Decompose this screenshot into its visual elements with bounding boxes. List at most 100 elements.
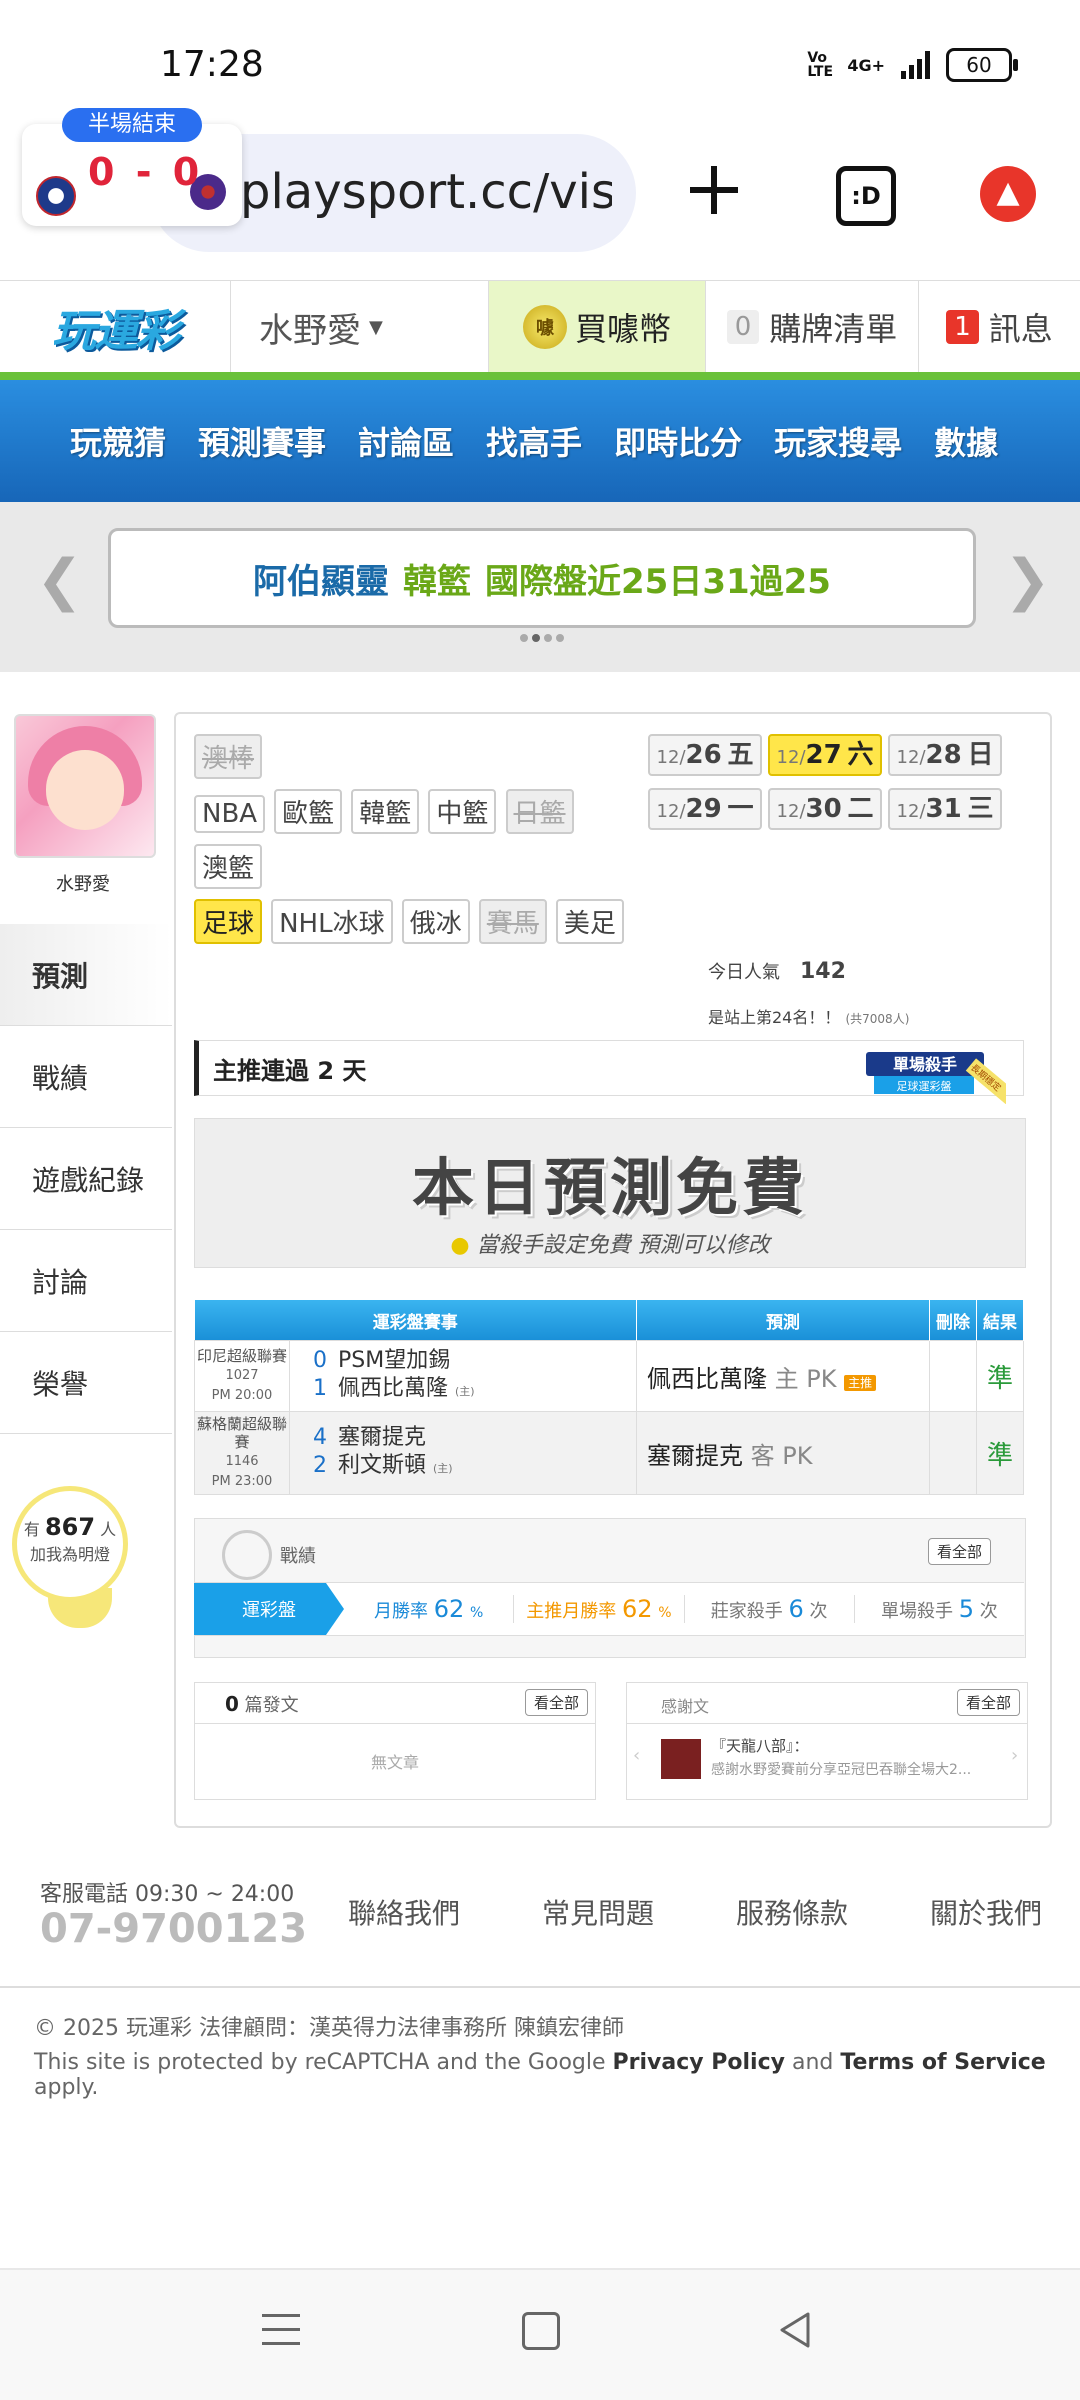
league-tag[interactable]: 賽馬: [478, 899, 547, 944]
footer-link-terms[interactable]: 服務條款: [736, 1892, 848, 1932]
upload-arrow-icon[interactable]: ▲: [980, 166, 1036, 222]
pick-cell: 佩西比萬隆 主 PK 主推: [636, 1340, 930, 1412]
league-tag-selected[interactable]: 足球: [194, 899, 263, 944]
match-status-badge: 半場結束: [62, 108, 202, 142]
sidebar-username: 水野愛: [56, 874, 110, 895]
thanks-prev-chevron-icon[interactable]: ‹: [633, 1745, 640, 1766]
privacy-link[interactable]: Privacy Policy: [613, 2050, 785, 2075]
sidebar-item-honor[interactable]: 榮譽: [0, 1332, 172, 1434]
tab-switcher-button[interactable]: :D: [836, 166, 896, 226]
url-text[interactable]: playsport.cc/visit: [240, 164, 612, 220]
date-button[interactable]: 12/26 五: [648, 734, 762, 776]
free-subtitle: ● 當殺手設定免費 預測可以修改: [450, 1233, 770, 1258]
nav-data[interactable]: 數據: [934, 418, 998, 464]
nav-live-score[interactable]: 即時比分: [614, 418, 742, 464]
sidebar-item-predict[interactable]: 預測: [0, 924, 172, 1026]
follow-lightbulb-button[interactable]: 有 867 人 加我為明燈: [12, 1486, 128, 1602]
buy-list-button[interactable]: 0 購牌清單: [706, 281, 919, 373]
messages-label: 訊息: [988, 310, 1053, 348]
username: 水野愛: [259, 310, 361, 351]
table-row[interactable]: 印尼超級聯賽 1027 PM 20:00 0 PSM望加錫 1 佩西比萬隆 (主) 佩…: [194, 1340, 1024, 1412]
nav-experts[interactable]: 找高手: [486, 418, 582, 464]
result-cell: 準: [976, 1340, 1024, 1412]
league-tag[interactable]: NBA: [194, 795, 266, 833]
terms-link[interactable]: Terms of Service: [840, 2050, 1045, 2075]
sidebar-item-game-log[interactable]: 遊戲紀錄: [0, 1128, 172, 1230]
post-count: 0: [225, 1692, 239, 1716]
caret-down-icon: ▼: [369, 316, 383, 338]
league-tag[interactable]: 澳棒: [194, 734, 263, 779]
nav-predict[interactable]: 預測賽事: [198, 418, 326, 464]
banner-text-2: 韓籃: [403, 561, 472, 602]
user-menu[interactable]: 水野愛 ▼: [231, 281, 489, 373]
nav-forum[interactable]: 討論區: [358, 418, 454, 464]
league-tag[interactable]: 日籃: [505, 789, 574, 834]
message-count-badge: 1: [946, 310, 979, 344]
month-rate: 月勝率 62 %: [344, 1595, 515, 1623]
date-button-selected[interactable]: 12/27 六: [768, 734, 882, 776]
date-button[interactable]: 12/31 三: [888, 788, 1002, 830]
thanks-text[interactable]: 感謝水野愛賽前分享亞冠巴吞聯全場大2...: [711, 1759, 1011, 1779]
network-label: 4G+: [847, 55, 885, 75]
buy-list-count: 0: [726, 310, 760, 344]
date-button[interactable]: 12/28 日: [888, 734, 1002, 776]
posts-panel: 0 篇發文 看全部 無文章: [194, 1682, 596, 1800]
single-killer: 單場殺手 5 次: [881, 1595, 998, 1623]
signal-icon: [901, 51, 930, 79]
svg-text:足球運彩盤: 足球運彩盤: [897, 1079, 952, 1093]
nav-guess[interactable]: 玩競猜: [70, 418, 166, 464]
service-hours: 客服電話 09:30 ~ 24:00: [40, 1882, 295, 1907]
banner-prev-chevron-icon[interactable]: ❮: [36, 548, 83, 613]
league-tag[interactable]: 美足: [555, 899, 624, 944]
no-posts-text: 無文章: [370, 1753, 419, 1772]
posts-see-all-button[interactable]: 看全部: [525, 1689, 589, 1716]
free-prediction-banner: 本日預測免費 ● 當殺手設定免費 預測可以修改: [194, 1118, 1026, 1268]
user-avatar[interactable]: [14, 714, 156, 858]
footer-link-contact[interactable]: 聯絡我們: [348, 1892, 460, 1932]
nav-player-search[interactable]: 玩家搜尋: [774, 418, 902, 464]
site-logo[interactable]: 玩運彩: [0, 281, 231, 373]
thanks-see-all-button[interactable]: 看全部: [957, 1689, 1021, 1716]
thanks-next-chevron-icon[interactable]: ›: [1011, 1745, 1018, 1766]
site-header: 玩運彩 水野愛 ▼ 噱 買噱幣 0 購牌清單 1 訊息: [0, 280, 1080, 373]
recaptcha-notice: This site is protected by reCAPTCHA and …: [34, 2050, 1046, 2100]
record-tab[interactable]: 運彩盤: [194, 1583, 344, 1635]
league-tag[interactable]: 中籃: [428, 789, 497, 834]
league-tag[interactable]: 韓籃: [351, 789, 420, 834]
table-row[interactable]: 蘇格蘭超級聯賽 1146 PM 23:00 4 塞爾提克 2 利文斯頓 (主) 塞爾提…: [194, 1411, 1024, 1495]
record-strip: 運彩盤 月勝率 62 % 主推月勝率 62 % 莊家殺手 6 次 單場殺手 5 …: [194, 1582, 1024, 1636]
footer-link-about[interactable]: 關於我們: [930, 1892, 1042, 1932]
home-icon[interactable]: [522, 2312, 560, 2350]
banner-next-chevron-icon[interactable]: ❯: [1004, 548, 1051, 613]
score-separator: -: [135, 150, 156, 194]
record-see-all-button[interactable]: 看全部: [928, 1538, 992, 1565]
sidebar-item-record[interactable]: 戰績: [0, 1026, 172, 1128]
footer-link-faq[interactable]: 常見問題: [542, 1892, 654, 1932]
buy-coin-button[interactable]: 噱 買噱幣: [489, 281, 706, 373]
status-time: 17:28: [160, 44, 264, 85]
back-icon[interactable]: [776, 2310, 816, 2350]
col-header-delete: 刪除: [929, 1300, 977, 1341]
league-tag[interactable]: 歐籃: [274, 789, 343, 834]
coin-icon: 噱: [522, 305, 567, 349]
promo-banner[interactable]: 阿伯顯靈 韓籃 國際盤近25日31過25: [108, 528, 976, 628]
date-button[interactable]: 12/29 一: [648, 788, 762, 830]
league-tag[interactable]: 澳籃: [194, 844, 263, 889]
popularity-rank: 是站上第24名！！ (共7008人): [708, 1008, 910, 1027]
target-icon: [222, 1530, 272, 1580]
league-tag[interactable]: NHL冰球: [271, 899, 393, 944]
date-button[interactable]: 12/30 二: [768, 788, 882, 830]
thanks-panel: 感謝文 看全部 ‹ 『天龍八部』： 感謝水野愛賽前分享亞冠巴吞聯全場大2... …: [626, 1682, 1028, 1800]
sidebar-item-discussion[interactable]: 討論: [0, 1230, 172, 1332]
messages-button[interactable]: 1 訊息: [919, 281, 1080, 373]
prediction-table: 運彩盤賽事 預測 刪除 結果 印尼超級聯賽 1027 PM 20:00 0 PSM望…: [194, 1300, 1024, 1495]
col-header-match: 運彩盤賽事: [194, 1300, 637, 1341]
menu-icon[interactable]: [262, 2314, 300, 2345]
banner-text-1: 阿伯顯靈: [253, 561, 390, 602]
col-header-result: 結果: [976, 1300, 1024, 1341]
thanks-title[interactable]: 『天龍八部』：: [711, 1735, 809, 1756]
banner-text-3: 國際盤近25日31過25: [485, 561, 831, 602]
league-tag[interactable]: 俄冰: [401, 899, 470, 944]
service-phone[interactable]: 07-9700123: [40, 1906, 307, 1952]
new-tab-plus-icon[interactable]: [684, 160, 744, 220]
